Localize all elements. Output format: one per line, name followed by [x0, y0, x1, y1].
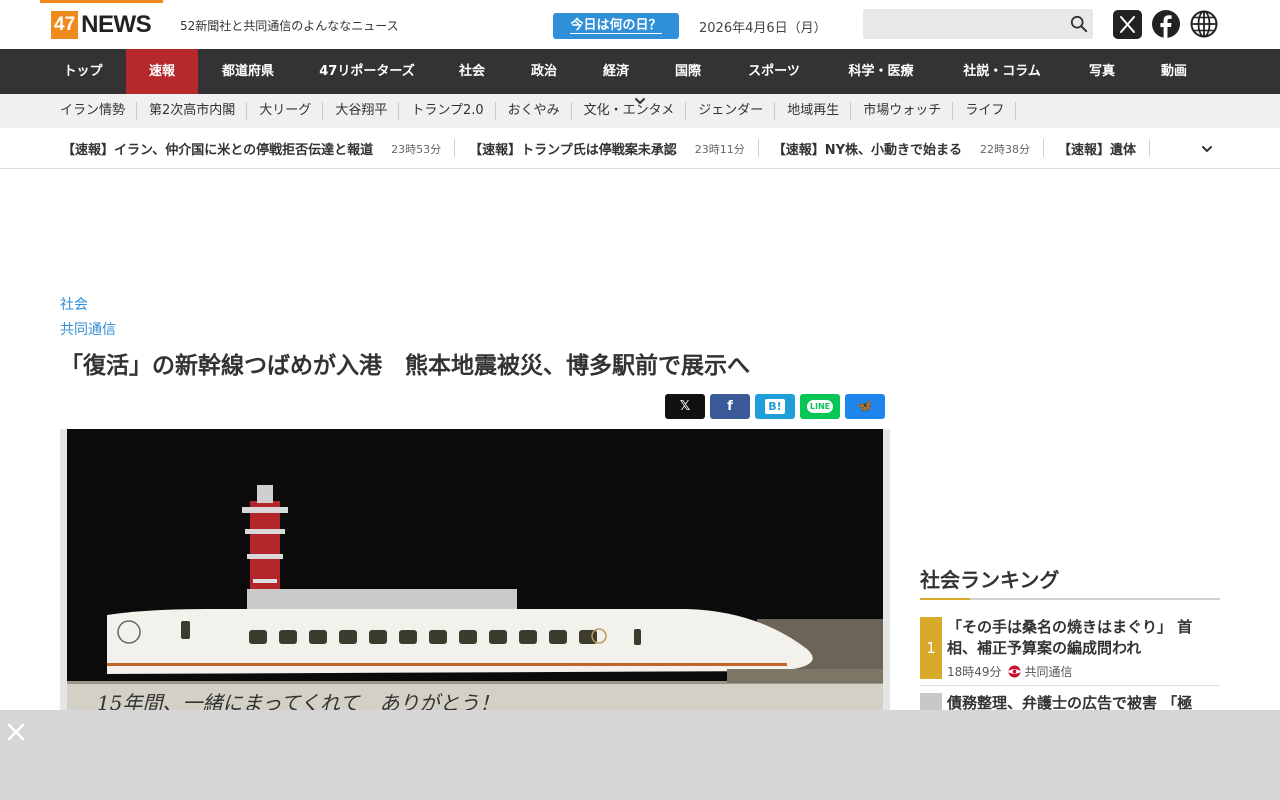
ticker-time: 23時53分 — [391, 142, 442, 156]
logo-text: NEWS — [81, 11, 152, 38]
site-logo[interactable]: 47 NEWS — [51, 11, 152, 39]
facebook-icon: f — [727, 399, 733, 414]
nav-item-11[interactable]: 写真 — [1066, 49, 1138, 94]
logo-number: 47 — [51, 11, 79, 39]
ticker-headline: 【速報】遺体 — [1058, 143, 1137, 158]
chevron-down-icon[interactable] — [1200, 142, 1214, 156]
share-x-button[interactable]: 𝕏 — [665, 394, 705, 419]
ranking-item-source: 共同通信 — [1024, 665, 1073, 679]
nav-item-0[interactable]: トップ — [40, 49, 126, 94]
ticker-item[interactable]: 【速報】遺体 — [1044, 128, 1151, 169]
nav-item-6[interactable]: 経済 — [580, 49, 652, 94]
share-line-button[interactable]: LINE — [800, 394, 840, 419]
site-header: 47 NEWS 52新聞社と共同通信のよんななニュース 今日は何の日？ 2026… — [0, 0, 1280, 49]
bottom-ad-overlay — [0, 710, 1280, 800]
bluesky-icon: 🦋 — [856, 399, 874, 414]
nav-item-3[interactable]: 47リポーターズ — [298, 49, 436, 94]
ticker-headline: 【速報】NY株、小動きで始まる — [772, 143, 963, 158]
ranking-item-time: 18時49分 — [947, 665, 1002, 679]
article-category-link[interactable]: 社会 — [60, 294, 88, 314]
site-tagline: 52新聞社と共同通信のよんななニュース — [180, 19, 399, 33]
ticker-item[interactable]: 【速報】トランプ氏は停戦案未承認 23時11分 — [455, 128, 759, 169]
share-facebook-button[interactable]: f — [710, 394, 750, 419]
ranking-divider-accent — [920, 598, 970, 600]
ranking-item[interactable]: 1 「その手は桑名の焼きはまぐり」 首相、補正予算案の編成問われ 18時49分 … — [920, 617, 1220, 679]
nav-item-9[interactable]: 科学・医療 — [824, 49, 938, 94]
facebook-icon[interactable] — [1152, 10, 1180, 38]
ticker-item[interactable]: 【速報】NY株、小動きで始まる 22時38分 — [759, 128, 1045, 169]
kyodo-logo-icon — [1008, 665, 1021, 678]
ticker-headline: 【速報】イラン、仲介国に米との停戦拒否伝達と報道 — [62, 143, 374, 158]
search-input[interactable] — [863, 9, 1093, 39]
article-photo[interactable]: 15年間、一緒にまってくれて ありがとう！ — [67, 429, 883, 729]
ranking-number: 1 — [920, 617, 942, 679]
search-icon[interactable] — [1070, 15, 1088, 33]
nav-item-5[interactable]: 政治 — [508, 49, 580, 94]
ticker-headline: 【速報】トランプ氏は停戦案未承認 — [469, 143, 677, 158]
shinkansen-photo-illustration — [67, 485, 883, 729]
nav-item-2[interactable]: 都道府県 — [198, 49, 298, 94]
current-date: 2026年4月6日（月） — [699, 21, 827, 36]
nav-item-4[interactable]: 社会 — [436, 49, 508, 94]
breaking-news-ticker: 【速報】イラン、仲介国に米との停戦拒否伝達と報道 23時53分 【速報】トランプ氏は… — [0, 128, 1280, 169]
nav-item-10[interactable]: 社説・コラム — [938, 49, 1066, 94]
ranking-item-title[interactable]: 「その手は桑名の焼きはまぐり」 首相、補正予算案の編成問われ — [947, 617, 1222, 659]
line-icon: LINE — [806, 400, 834, 413]
ranking-item-meta: 18時49分 共同通信 — [947, 663, 1073, 680]
nav-item-12[interactable]: 動画 — [1138, 49, 1210, 94]
ticker-list: 【速報】イラン、仲介国に米との停戦拒否伝達と報道 23時53分 【速報】トランプ氏は… — [48, 128, 1200, 169]
share-bluesky-button[interactable]: 🦋 — [845, 394, 885, 419]
ticker-time: 23時11分 — [694, 142, 745, 156]
today-in-history-button[interactable]: 今日は何の日？ — [553, 13, 679, 39]
ticker-time: 22時38分 — [980, 142, 1031, 156]
ticker-item[interactable]: 【速報】イラン、仲介国に米との停戦拒否伝達と報道 23時53分 — [48, 128, 456, 169]
article-title: 「復活」の新幹線つばめが入港 熊本地震被災、博多駅前で展示へ — [60, 353, 750, 379]
nav-item-1[interactable]: 速報 — [126, 49, 198, 94]
share-buttons: 𝕏f B! LINE 🦋 — [665, 394, 890, 419]
chevron-down-icon[interactable] — [0, 94, 1280, 108]
ranking-heading: 社会ランキング — [920, 568, 1060, 592]
hatena-icon: B! — [765, 399, 785, 414]
share-hatena-button[interactable]: B! — [755, 394, 795, 419]
language-globe-icon[interactable] — [1190, 10, 1218, 38]
x-twitter-icon[interactable] — [1113, 10, 1142, 39]
nav-item-7[interactable]: 国際 — [652, 49, 724, 94]
nav-item-8[interactable]: スポーツ — [724, 49, 824, 94]
x-icon: 𝕏 — [679, 399, 691, 414]
close-icon[interactable] — [6, 722, 26, 742]
logo-accent-bar — [40, 0, 163, 3]
main-navigation: トップ 速報 都道府県 47リポーターズ 社会 政治 経済 国際 スポーツ 科学・医療 社説・コラム… — [0, 49, 1280, 94]
article-source-link[interactable]: 共同通信 — [60, 319, 116, 339]
